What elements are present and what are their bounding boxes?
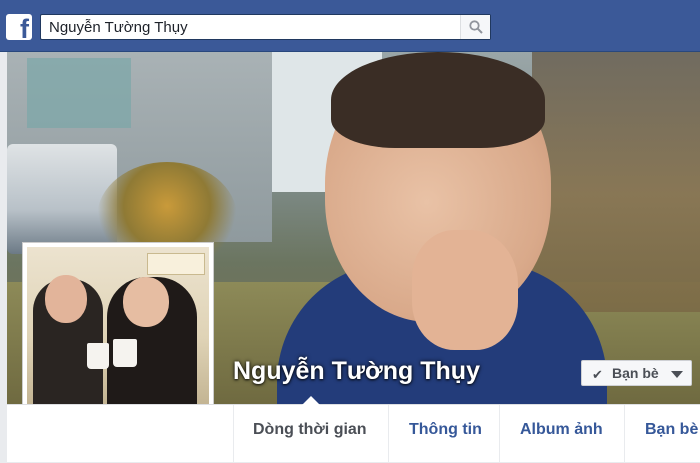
caret-down-icon	[671, 371, 683, 378]
tab-friends[interactable]: Bạn bè	[624, 405, 700, 463]
tab-photos[interactable]: Album ảnh	[499, 405, 624, 463]
tab-timeline[interactable]: Dòng thời gian	[233, 396, 388, 463]
profile-nav: Dòng thời gian Thông tin Album ảnh Bạn b…	[7, 396, 700, 463]
facebook-logo-icon[interactable]: f	[6, 14, 32, 44]
cover-child-hair	[331, 52, 545, 148]
tab-label: Dòng thời gian	[253, 421, 367, 438]
search-icon	[469, 20, 483, 34]
search-box	[40, 14, 491, 40]
check-icon: ✔	[592, 367, 603, 382]
tab-about[interactable]: Thông tin	[388, 405, 499, 463]
facebook-logo-letter: f	[20, 14, 29, 44]
search-input[interactable]	[41, 15, 461, 39]
tab-label: Album ảnh	[520, 421, 603, 438]
friends-button-label: Bạn bè	[612, 365, 659, 381]
profile-picture-woman-face	[123, 277, 169, 327]
tab-label: Bạn bè	[645, 421, 699, 438]
profile-picture-man-face	[45, 275, 87, 323]
profile-picture-sign	[147, 253, 205, 275]
tab-label: Thông tin	[409, 421, 482, 438]
friends-button[interactable]: ✔ Bạn bè	[581, 360, 692, 386]
search-button[interactable]	[460, 15, 490, 39]
cover-bicycles	[532, 52, 700, 312]
profile-name[interactable]: Nguyễn Tường Thụy	[233, 357, 480, 386]
profile-picture-cup	[113, 339, 137, 367]
profile-picture-cup	[87, 343, 109, 369]
top-bar: f	[0, 0, 700, 52]
profile-picture	[27, 247, 209, 429]
cover-child-hand	[412, 230, 518, 350]
